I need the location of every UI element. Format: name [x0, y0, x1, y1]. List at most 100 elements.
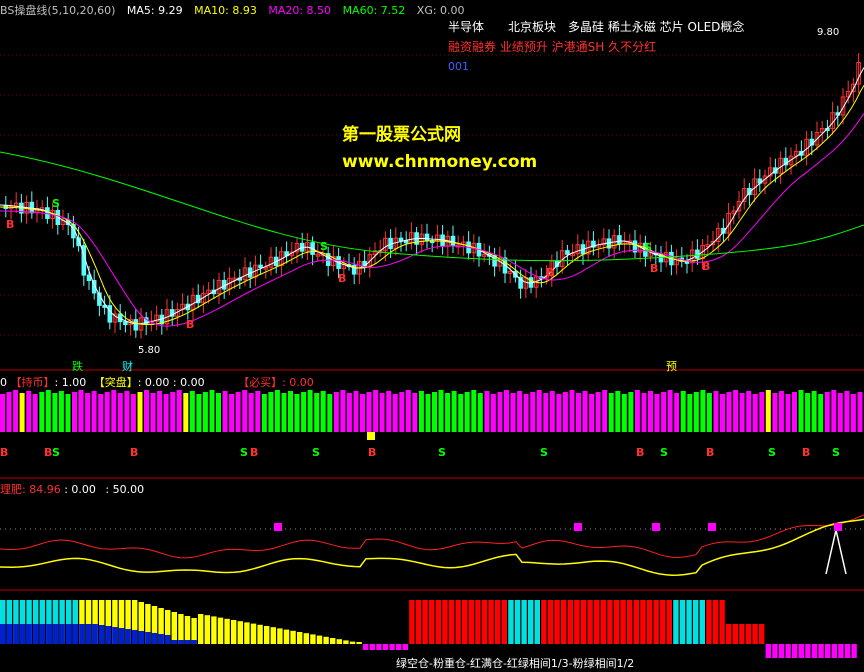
ma5-line — [0, 67, 864, 325]
panel4-bar — [277, 628, 283, 644]
panel4-bar — [231, 620, 237, 644]
panel2-bar — [353, 391, 359, 432]
panel4-bar — [382, 644, 389, 650]
panel2-bar — [72, 392, 77, 432]
panel3-header: 理肥: 84.96 : 0.00 : 50.00 — [0, 481, 144, 497]
panel4-bar — [607, 600, 613, 644]
panel2-bar — [811, 391, 817, 432]
panel4-blue-bar — [158, 634, 164, 644]
panel4-blue-bar — [191, 640, 197, 644]
panel4-bar — [356, 642, 362, 644]
panel2-signal-s: S — [660, 446, 668, 459]
panel4-bar — [389, 644, 395, 650]
panel4-blue-bar — [39, 624, 45, 644]
panel2-bar — [772, 393, 778, 432]
panel2-bar — [621, 394, 627, 432]
chart-canvas[interactable] — [0, 0, 864, 672]
panel2-bar — [634, 390, 640, 432]
panel2-bar — [608, 393, 614, 432]
panel2-bar — [229, 394, 235, 432]
watermark-title: 第一股票公式网 — [342, 125, 461, 145]
panel2-bar — [543, 393, 549, 432]
ma20-value: MA20: 8.50 — [268, 4, 332, 17]
panel4-blue-bar — [59, 624, 65, 644]
ma10-value: MA10: 8.93 — [194, 4, 257, 17]
xg-value: XG: 0.00 — [416, 4, 465, 17]
panel3-value3: : 50.00 — [105, 483, 145, 496]
candle-body — [403, 240, 409, 244]
panel4-bar — [488, 600, 494, 644]
panel3-label: 理肥 — [0, 483, 22, 496]
panel4-blue-bar — [13, 624, 19, 644]
panel4-blue-bar — [19, 624, 26, 644]
panel2-signal-b: B — [130, 446, 139, 459]
panel4-bar — [429, 600, 435, 644]
panel4-bar — [752, 624, 758, 644]
panel2-bar — [13, 390, 19, 432]
panel4-bar — [224, 618, 230, 644]
panel4-bar — [481, 600, 488, 644]
panel4-bar — [547, 600, 554, 644]
bimai-label: 【必买】 — [238, 376, 283, 389]
panel2-bar — [602, 390, 608, 432]
panel4-bar — [184, 616, 191, 644]
panel4-bar — [323, 636, 329, 644]
panel2-bar — [216, 393, 221, 432]
panel2-bar — [674, 393, 680, 432]
sell-marker: S — [52, 197, 60, 210]
panel2-bar — [471, 390, 477, 432]
panel4-bar — [402, 644, 408, 650]
panel2-bar — [281, 393, 287, 432]
panel4-bar — [726, 624, 732, 644]
low-price-label: 5.80 — [138, 345, 161, 356]
panel2-bar — [726, 392, 732, 432]
panel2-bar — [189, 391, 195, 432]
panel2-bar — [78, 390, 84, 432]
panel3-value2: : 0.00 — [64, 483, 96, 496]
panel4-bar — [541, 600, 547, 644]
panel2-bar — [661, 392, 667, 432]
panel4-bar — [376, 644, 382, 650]
panel2-bar — [805, 393, 811, 432]
panel2-bar — [445, 393, 451, 432]
panel2-bar — [294, 394, 300, 432]
panel4-bar — [244, 622, 250, 644]
panel3-marker — [708, 523, 716, 531]
panel2-bar — [458, 394, 464, 432]
panel2-bar — [438, 390, 444, 432]
panel4-bar — [831, 644, 837, 658]
panel2-bar — [680, 391, 686, 432]
panel4-bar — [620, 600, 626, 644]
panel4-bar — [851, 644, 857, 658]
panel3-spike — [825, 529, 847, 575]
panel4-bar — [237, 621, 243, 644]
panel4-blue-bar — [112, 627, 118, 644]
panel4-bar — [534, 600, 540, 644]
panel4-bar — [561, 600, 567, 644]
panel4-blue-bar — [85, 624, 92, 644]
panel2-bar — [798, 390, 804, 432]
high-price-label: 9.80 — [817, 27, 840, 38]
panel4-blue-bar — [33, 624, 39, 644]
panel4-bar — [739, 624, 745, 644]
panel2-zero: 0 — [0, 376, 7, 389]
panel4-bar — [838, 644, 844, 658]
panel2-bar — [706, 393, 712, 432]
panel4-bar — [303, 633, 309, 644]
panel2-bar — [582, 391, 588, 432]
panel2-bar — [340, 390, 346, 432]
panel4-bar — [798, 644, 804, 658]
panel2-bar — [556, 394, 562, 432]
panel4-bar — [211, 616, 217, 644]
panel4-blue-bar — [151, 633, 158, 644]
panel2-bar — [327, 394, 333, 432]
panel4-bar — [415, 600, 422, 644]
buy-marker: B — [702, 260, 711, 273]
panel2-bar — [562, 392, 568, 432]
panel4-bar — [495, 600, 501, 644]
panel2-bar — [130, 394, 136, 432]
panel4-bar — [567, 600, 573, 644]
panel3-marker — [574, 523, 582, 531]
bimai-value: : 0.00 — [282, 376, 314, 389]
panel2-bar — [569, 390, 575, 432]
